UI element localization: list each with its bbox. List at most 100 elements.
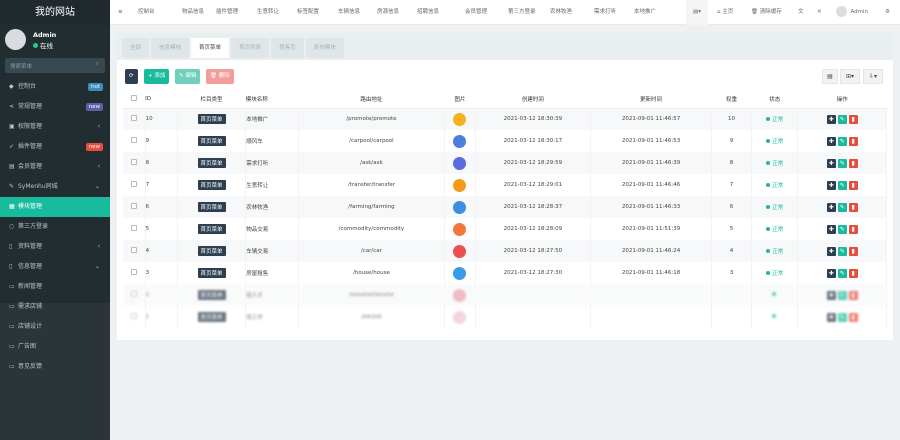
table-row[interactable]: 10 首页菜单 本地推广 /promote/promote 2021-03-12…	[123, 108, 887, 130]
edit-icon[interactable]: ✎	[837, 290, 847, 300]
sidebar-item[interactable]: ▯ 资料管理 ‹	[0, 237, 110, 257]
top-nav-item[interactable]: 农林牧渔	[550, 0, 572, 25]
sidebar-item[interactable]: ⋖ 常规管理 new	[0, 97, 110, 117]
delete-icon[interactable]: ▮	[848, 136, 858, 146]
tab[interactable]: 信息模块	[151, 38, 190, 58]
sidebar-item[interactable]: ▭ 店铺设计	[0, 317, 110, 337]
image-cell[interactable]	[444, 284, 476, 306]
edit-icon[interactable]: ✎	[837, 202, 847, 212]
top-nav-item[interactable]: 标签配置	[297, 0, 319, 25]
drag-icon[interactable]: ✚	[826, 158, 836, 168]
top-nav-item[interactable]: 车辆信息	[338, 0, 360, 25]
edit-button[interactable]: ✎ 编辑	[175, 69, 201, 84]
sidebar-item[interactable]: ▦ 模块管理	[0, 197, 110, 217]
edit-icon[interactable]: ✎	[837, 158, 847, 168]
table-row[interactable]: 5 首页菜单 物品交易 /commodity/commodity 2021-03…	[123, 218, 887, 240]
top-nav-item[interactable]: 插件管理	[216, 0, 238, 25]
column-header[interactable]: 操作	[797, 91, 887, 109]
image-cell[interactable]	[444, 108, 476, 130]
sidebar-item[interactable]: ▭ 意见反馈	[0, 357, 110, 377]
module-image-icon[interactable]	[453, 156, 467, 170]
clear-cache-button[interactable]: 🗑 清除缓存	[751, 0, 782, 25]
toggle-view-button[interactable]: ▤	[822, 69, 838, 84]
table-row[interactable]: 3 首页菜单 房屋租售 /house/house 2021-03-12 18:2…	[123, 262, 887, 284]
column-header[interactable]: 图片	[444, 91, 476, 109]
image-cell[interactable]	[444, 196, 476, 218]
top-nav-item[interactable]: 会员管理	[465, 0, 487, 25]
top-nav-item[interactable]: 生意转让	[257, 0, 279, 25]
add-button[interactable]: + 添加	[144, 69, 170, 84]
column-header[interactable]: ID	[145, 91, 178, 109]
top-nav-item[interactable]: 需求打听	[594, 0, 616, 25]
user-menu[interactable]: Admin	[836, 0, 868, 25]
column-header[interactable]: 模块名称	[245, 91, 298, 109]
column-header[interactable]: 更新时间	[590, 91, 712, 109]
module-image-icon[interactable]	[453, 266, 467, 280]
module-image-icon[interactable]	[453, 178, 467, 192]
edit-icon[interactable]: ✎	[837, 136, 847, 146]
columns-button[interactable]: ⊞▾	[840, 69, 860, 84]
top-nav-item[interactable]: 本地推广	[634, 0, 656, 25]
row-checkbox[interactable]	[123, 152, 146, 174]
drag-icon[interactable]: ✚	[826, 136, 836, 146]
column-header[interactable]: 路由地址	[298, 91, 445, 109]
column-header[interactable]: 创建时间	[475, 91, 591, 109]
delete-icon[interactable]: ▮	[848, 290, 858, 300]
drag-icon[interactable]: ✚	[826, 290, 836, 300]
row-checkbox[interactable]	[123, 174, 146, 196]
table-row[interactable]: 6 首页菜单 农林牧渔 /farming/farming 2021-03-12 …	[123, 196, 887, 218]
delete-icon[interactable]: ▮	[848, 180, 858, 190]
table-row[interactable]: 4 首页菜单 车辆交易 /car/car 2021-03-12 18:27:50…	[123, 240, 887, 262]
settings-icon[interactable]: ⚙	[885, 0, 890, 25]
row-checkbox[interactable]	[123, 108, 146, 130]
drag-icon[interactable]: ✚	[826, 246, 836, 256]
top-nav-item[interactable]: 招聘信息	[417, 0, 439, 25]
language-icon[interactable]: 文	[798, 0, 804, 25]
export-button[interactable]: ⇩▾	[863, 69, 883, 84]
sidebar-item[interactable]: ▯ 信息管理 ⌄	[0, 257, 110, 277]
sidebar-item[interactable]: ➶ 插件管理 new	[0, 137, 110, 157]
row-checkbox[interactable]	[123, 262, 146, 284]
sidebar-item[interactable]: ✎ SyMenhu同城 ⌄	[0, 177, 110, 197]
sidebar-item[interactable]: ▭ 广告图	[0, 337, 110, 357]
edit-icon[interactable]: ✎	[837, 312, 847, 322]
tab[interactable]: 搭客页	[271, 38, 304, 58]
sidebar-item[interactable]: ◆ 控制台 hot	[0, 77, 110, 97]
module-image-icon[interactable]	[453, 222, 467, 236]
drag-icon[interactable]: ✚	[826, 224, 836, 234]
edit-icon[interactable]: ✎	[837, 246, 847, 256]
module-image-icon[interactable]	[453, 200, 467, 214]
sidebar-item[interactable]: ▣ 权限管理 ‹	[0, 117, 110, 137]
tab[interactable]: 全部	[122, 38, 150, 58]
edit-icon[interactable]: ✎	[837, 268, 847, 278]
tab[interactable]: 发布模块	[305, 38, 344, 58]
menu-toggle-icon[interactable]: ≡	[118, 0, 123, 25]
module-image-icon[interactable]	[453, 288, 467, 302]
column-header[interactable]: 权重	[711, 91, 752, 109]
module-image-icon[interactable]	[453, 244, 467, 258]
module-image-icon[interactable]	[453, 134, 467, 148]
edit-icon[interactable]: ✎	[837, 114, 847, 124]
module-image-icon[interactable]	[453, 310, 467, 324]
table-row[interactable]: 9 首页菜单 顺风车 /carpool/carpool 2021-03-12 1…	[123, 130, 887, 152]
row-checkbox[interactable]	[123, 218, 146, 240]
top-nav-item[interactable]: 控制台	[138, 0, 155, 25]
image-cell[interactable]	[444, 130, 476, 152]
menu-search-input[interactable]: 搜索菜单 ⌕	[5, 58, 105, 73]
image-cell[interactable]	[444, 262, 476, 284]
delete-icon[interactable]: ▮	[848, 114, 858, 124]
home-link[interactable]: ⌂ 主页	[717, 0, 733, 25]
delete-icon[interactable]: ▮	[848, 158, 858, 168]
edit-icon[interactable]: ✎	[837, 224, 847, 234]
delete-icon[interactable]: ▮	[848, 202, 858, 212]
column-header[interactable]: 栏目类型	[177, 91, 246, 109]
row-checkbox[interactable]	[123, 130, 146, 152]
module-image-icon[interactable]	[453, 112, 467, 126]
image-cell[interactable]	[444, 152, 476, 174]
row-checkbox[interactable]	[123, 306, 146, 328]
table-row[interactable]: 8 首页菜单 需求打听 /ask/ask 2021-03-12 18:29:59…	[123, 152, 887, 174]
drag-icon[interactable]: ✚	[826, 312, 836, 322]
row-checkbox[interactable]	[123, 240, 146, 262]
table-row[interactable]: 7 首页菜单 生意转让 /transfer/transfer 2021-03-1…	[123, 174, 887, 196]
drag-icon[interactable]: ✚	[826, 202, 836, 212]
